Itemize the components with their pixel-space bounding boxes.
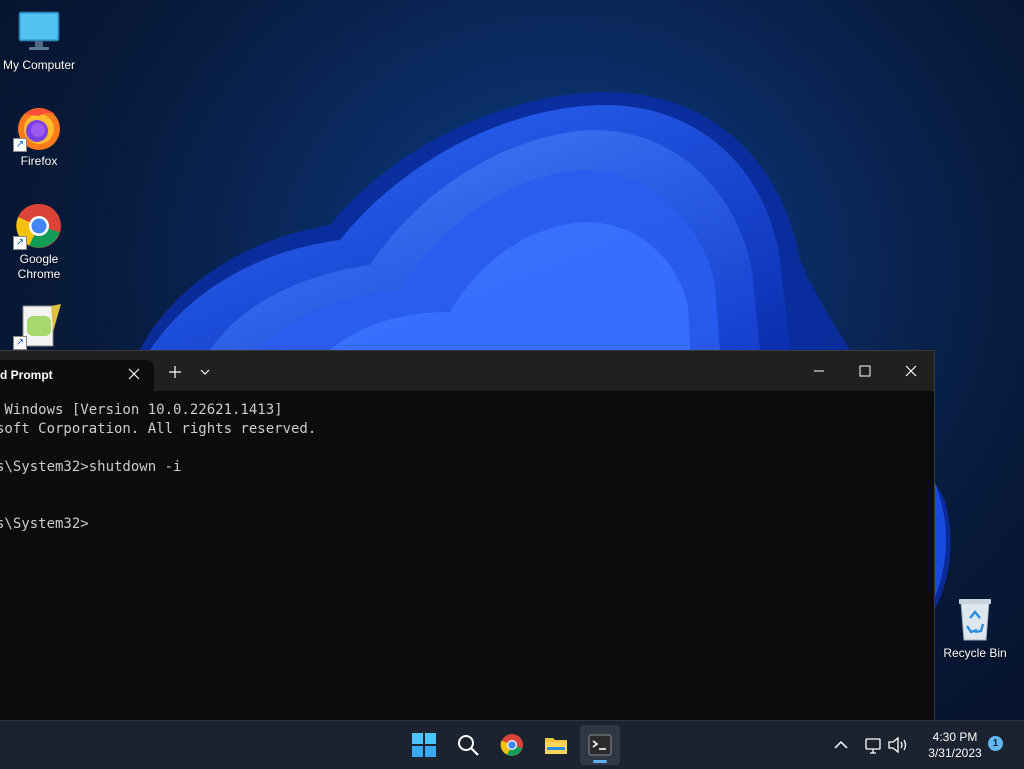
- recycle-bin-icon: [953, 596, 997, 642]
- start-button[interactable]: [404, 725, 444, 765]
- tab-title: d Prompt: [0, 368, 53, 382]
- shortcut-arrow-icon: ↗: [13, 236, 27, 250]
- terminal-icon: [588, 734, 612, 756]
- file-explorer-icon: [545, 738, 567, 754]
- file-explorer-button[interactable]: [536, 725, 576, 765]
- terminal-output[interactable]: Windows [Version 10.0.22621.1413] soft C…: [0, 397, 934, 717]
- search-button[interactable]: [448, 725, 488, 765]
- terminal-line: soft Corporation. All rights reserved.: [0, 421, 317, 437]
- clock-date: 3/31/2023: [928, 746, 982, 760]
- terminal-prompt-line[interactable]: s\System32>: [0, 515, 89, 534]
- new-tab-button[interactable]: [162, 359, 188, 385]
- terminal-line: s\System32>shutdown -i: [0, 459, 182, 475]
- desktop-icon-label: Firefox: [20, 154, 58, 168]
- desktop-icon-label: Recycle Bin: [943, 646, 1007, 660]
- search-icon: [458, 735, 479, 756]
- terminal-titlebar[interactable]: d Prompt: [0, 351, 934, 391]
- taskbar: 4:30 PM 3/31/2023: [0, 720, 1024, 769]
- volume-icon[interactable]: [886, 733, 910, 757]
- clock-time: 4:30 PM: [932, 730, 978, 744]
- desktop-icon-label: My Computer: [2, 58, 76, 72]
- chrome-taskbar-button[interactable]: [492, 725, 532, 765]
- tab-command-prompt[interactable]: d Prompt: [0, 360, 154, 391]
- close-window-button[interactable]: [888, 351, 934, 391]
- monitor-icon: [15, 8, 63, 56]
- chrome-icon: ↗: [13, 202, 63, 250]
- desktop-icon-firefox[interactable]: ↗ Firefox: [1, 104, 77, 169]
- terminal-window[interactable]: d Prompt Windows [Version 10.0.22621.141…: [0, 350, 935, 721]
- desktop-icon-label: Google Chrome: [17, 252, 61, 281]
- active-app-indicator: [593, 760, 607, 763]
- notepad-plus-icon: ↗: [13, 302, 63, 350]
- terminal-taskbar-button[interactable]: [580, 725, 620, 765]
- shortcut-arrow-icon: ↗: [13, 336, 27, 350]
- network-icon[interactable]: [862, 733, 884, 757]
- firefox-icon: ↗: [13, 104, 63, 152]
- dropdown-chevron-icon[interactable]: [192, 359, 218, 385]
- start-icon: [412, 733, 436, 757]
- notification-badge[interactable]: 1: [988, 736, 1003, 751]
- desktop-icon-recycle-bin[interactable]: Recycle Bin: [940, 596, 1010, 660]
- desktop-icon-chrome[interactable]: ↗ Google Chrome: [1, 202, 77, 282]
- tab-close-icon[interactable]: [124, 364, 144, 384]
- show-hidden-icons-chevron[interactable]: [830, 733, 852, 757]
- terminal-line: Windows [Version 10.0.22621.1413]: [0, 402, 283, 418]
- minimize-button[interactable]: [796, 351, 842, 391]
- chrome-icon: [500, 734, 523, 756]
- desktop-icon-notepad-plus[interactable]: ↗: [1, 302, 77, 352]
- shortcut-arrow-icon: ↗: [13, 138, 27, 152]
- desktop-icon-my-computer[interactable]: My Computer: [1, 8, 77, 73]
- system-clock[interactable]: 4:30 PM 3/31/2023: [914, 729, 996, 761]
- maximize-button[interactable]: [842, 351, 888, 391]
